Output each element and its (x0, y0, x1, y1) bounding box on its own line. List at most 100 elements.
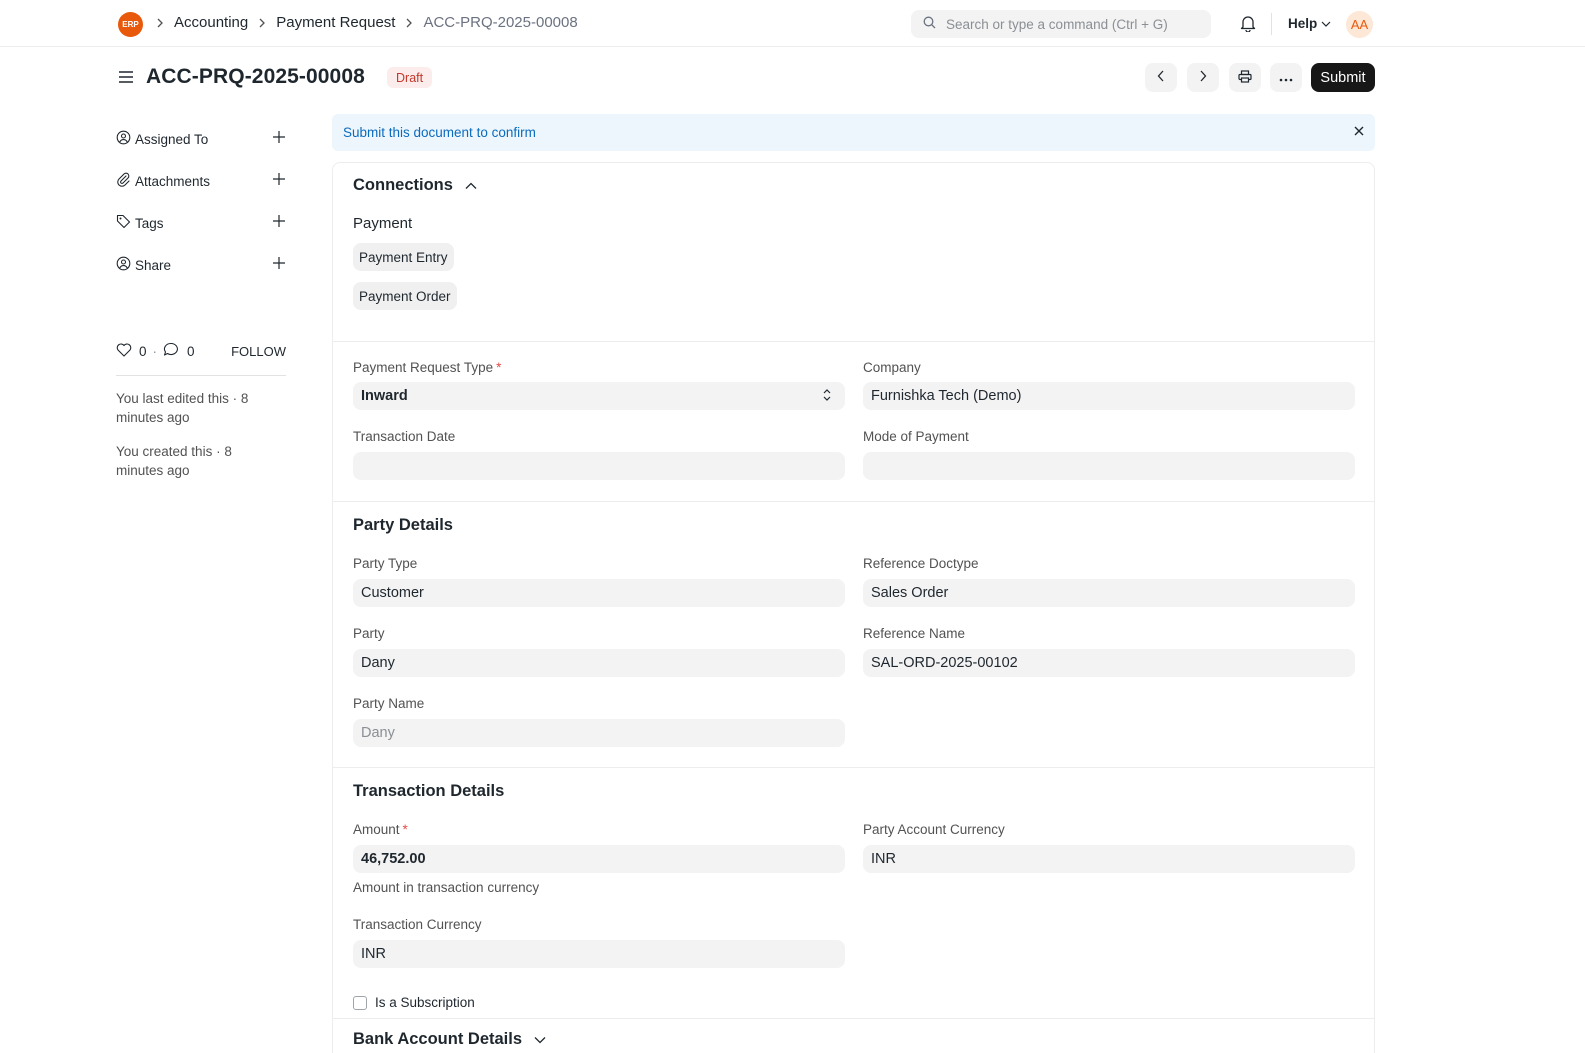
paperclip-icon (116, 172, 131, 190)
sidebar-toggle-icon[interactable] (118, 70, 134, 87)
chevron-right-icon (1199, 70, 1207, 85)
sidebar-item-label: Attachments (135, 173, 211, 189)
party-name-field: Dany (353, 719, 845, 747)
payment-request-type-select[interactable]: Inward (353, 382, 845, 410)
likes-count: 0 (139, 343, 147, 359)
tag-icon (116, 214, 131, 232)
party-details-title: Party Details (353, 516, 453, 534)
submit-button[interactable]: Submit (1311, 63, 1375, 92)
sidebar-item-attachments[interactable]: Attachments (116, 170, 286, 192)
chevron-left-icon (1157, 70, 1165, 85)
sidebar-item-share[interactable]: Share (116, 254, 286, 276)
reference-doctype-label: Reference Doctype (863, 556, 979, 571)
breadcrumb-current[interactable]: ACC-PRQ-2025-00008 (423, 14, 577, 31)
mode-of-payment-field[interactable] (863, 452, 1355, 480)
alert-message: Submit this document to confirm (343, 125, 536, 140)
heart-icon[interactable] (116, 342, 132, 360)
activity-created: You created this · 8 minutes ago (116, 444, 232, 478)
party-label: Party (353, 626, 385, 641)
form-card: Connections Payment Payment Entry Paymen… (332, 162, 1375, 1053)
activity-last-edited: You last edited this · 8 minutes ago (116, 391, 249, 425)
party-account-currency-label: Party Account Currency (863, 822, 1005, 837)
previous-doc-button[interactable] (1145, 63, 1177, 92)
is-subscription-row[interactable]: Is a Subscription (353, 995, 475, 1010)
search-input[interactable]: Search or type a command (Ctrl + G) (911, 10, 1211, 38)
bank-account-details-title: Bank Account Details (353, 1030, 523, 1048)
app-logo-text: ERP (122, 20, 139, 29)
comment-icon[interactable] (163, 342, 179, 360)
add-icon[interactable] (272, 214, 286, 231)
bank-account-details-header[interactable]: Bank Account Details (353, 1030, 546, 1049)
add-icon[interactable] (272, 172, 286, 189)
mode-of-payment-label: Mode of Payment (863, 429, 969, 444)
next-doc-button[interactable] (1187, 63, 1219, 92)
navbar-divider (1271, 13, 1272, 35)
assign-icon (116, 130, 131, 148)
app-logo[interactable]: ERP (118, 12, 143, 37)
section-divider (333, 341, 1374, 342)
sidebar-item-label: Assigned To (135, 131, 209, 147)
search-icon (923, 16, 946, 32)
connections-title: Connections (353, 176, 453, 194)
avatar[interactable]: AA (1346, 11, 1373, 38)
submit-alert: Submit this document to confirm (332, 114, 1375, 151)
help-dropdown[interactable]: Help (1288, 16, 1331, 31)
select-arrows-icon (823, 388, 831, 406)
section-divider (333, 1018, 1374, 1019)
add-icon[interactable] (272, 130, 286, 147)
top-navbar: ERP Accounting Payment Request ACC-PRQ-2… (0, 0, 1585, 47)
party-type-field[interactable]: Customer (353, 579, 845, 607)
chevron-up-icon (465, 176, 477, 195)
add-icon[interactable] (272, 256, 286, 273)
sidebar-item-assigned-to[interactable]: Assigned To (116, 128, 286, 150)
close-icon[interactable] (1353, 125, 1365, 140)
breadcrumb-accounting[interactable]: Accounting (174, 14, 248, 31)
avatar-initials: AA (1350, 17, 1369, 32)
search-placeholder: Search or type a command (Ctrl + G) (946, 16, 1168, 32)
help-label: Help (1288, 16, 1318, 31)
company-label: Company (863, 360, 921, 375)
sidebar-item-label: Tags (135, 215, 164, 231)
party-field[interactable]: Dany (353, 649, 845, 677)
transaction-date-label: Transaction Date (353, 429, 456, 444)
section-divider (333, 501, 1374, 502)
bell-icon[interactable] (1240, 14, 1256, 35)
transaction-details-title: Transaction Details (353, 782, 505, 800)
chevron-right-icon (405, 18, 413, 28)
doc-stats: 0 · 0 FOLLOW (116, 342, 286, 360)
breadcrumb-payment-request[interactable]: Payment Request (276, 14, 395, 31)
share-icon (116, 256, 131, 274)
company-field[interactable]: Furnishka Tech (Demo) (863, 382, 1355, 410)
payment-request-type-value: Inward (361, 388, 408, 404)
transaction-currency-label: Transaction Currency (353, 917, 482, 932)
reference-doctype-field[interactable]: Sales Order (863, 579, 1355, 607)
chevron-down-icon (534, 1030, 546, 1049)
amount-field[interactable]: 46,752.00 (353, 845, 845, 873)
comments-count: 0 (187, 343, 195, 359)
is-subscription-label: Is a Subscription (375, 995, 475, 1010)
printer-icon (1238, 69, 1252, 86)
party-account-currency-field[interactable]: INR (863, 845, 1355, 873)
ellipsis-icon (1279, 70, 1293, 85)
chevron-right-icon (258, 18, 266, 28)
print-button[interactable] (1229, 63, 1261, 92)
chevron-down-icon (1321, 16, 1331, 31)
breadcrumb: Accounting Payment Request ACC-PRQ-2025-… (156, 14, 578, 31)
connection-payment-order[interactable]: Payment Order (353, 282, 457, 310)
chevron-right-icon (156, 18, 164, 28)
party-type-label: Party Type (353, 556, 418, 571)
more-actions-button[interactable] (1270, 63, 1302, 92)
status-badge: Draft (387, 67, 433, 88)
reference-name-field[interactable]: SAL-ORD-2025-00102 (863, 649, 1355, 677)
stats-dot: · (152, 343, 158, 359)
connection-payment-entry[interactable]: Payment Entry (353, 243, 454, 271)
transaction-currency-field[interactable]: INR (353, 940, 845, 968)
party-name-label: Party Name (353, 696, 425, 711)
sidebar-item-tags[interactable]: Tags (116, 212, 286, 234)
sidebar-item-label: Share (135, 257, 172, 273)
transaction-date-field[interactable] (353, 452, 845, 480)
is-subscription-checkbox[interactable] (353, 995, 367, 1010)
connections-header[interactable]: Connections (353, 176, 477, 195)
connections-group-label: Payment (353, 215, 413, 232)
follow-button[interactable]: FOLLOW (231, 344, 286, 359)
